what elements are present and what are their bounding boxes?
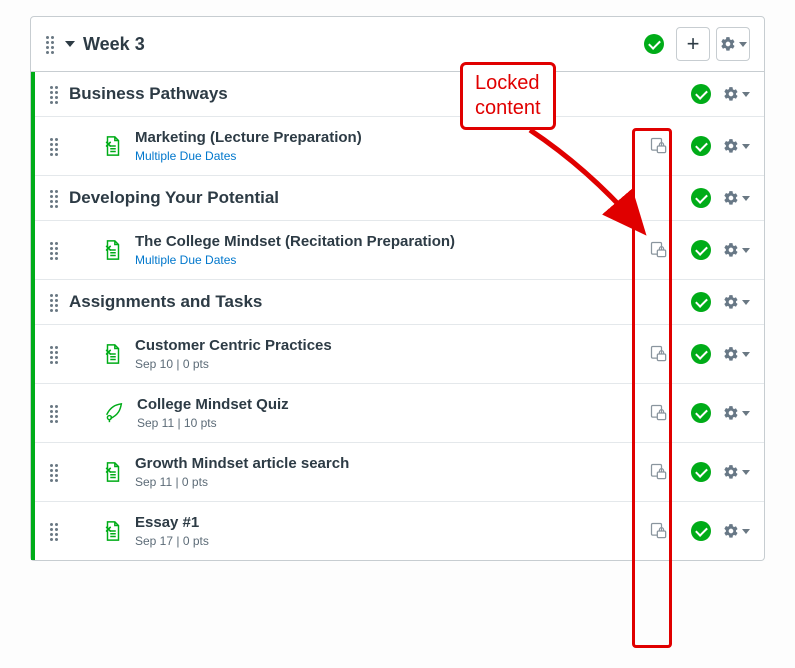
drag-handle-icon[interactable] — [49, 189, 61, 207]
item-settings-button[interactable] — [723, 346, 750, 362]
published-icon[interactable] — [691, 521, 711, 541]
item-subtitle: Sep 11 | 0 pts — [135, 475, 641, 489]
drag-handle-icon[interactable] — [49, 241, 61, 259]
page-icon — [103, 520, 123, 542]
drag-handle-icon[interactable] — [49, 85, 61, 103]
page-icon — [103, 461, 123, 483]
gear-icon — [723, 138, 739, 154]
page-icon — [103, 135, 123, 157]
item-settings-button[interactable] — [723, 138, 750, 154]
plus-icon: + — [687, 33, 700, 55]
gear-icon — [720, 36, 736, 52]
published-icon[interactable] — [691, 462, 711, 482]
drag-handle-icon[interactable] — [45, 35, 57, 53]
section-title: Assignments and Tasks — [69, 292, 683, 312]
item-settings-button[interactable] — [723, 464, 750, 480]
published-icon[interactable] — [691, 344, 711, 364]
section-title: Developing Your Potential — [69, 188, 683, 208]
item-title: College Mindset Quiz — [137, 396, 641, 413]
page-icon — [103, 343, 123, 365]
drag-handle-icon[interactable] — [49, 137, 61, 155]
item-title: Essay #1 — [135, 514, 641, 531]
item-title: Customer Centric Practices — [135, 337, 641, 354]
module-header[interactable]: Week 3 + — [31, 17, 764, 72]
item-subtitle: Sep 10 | 0 pts — [135, 357, 641, 371]
chevron-down-icon — [742, 92, 750, 97]
annotation-text: Locked — [475, 71, 541, 96]
page-icon — [103, 239, 123, 261]
annotation-text: content — [475, 96, 541, 121]
drag-handle-icon[interactable] — [49, 293, 61, 311]
item-settings-button[interactable] — [723, 294, 750, 310]
annotation-callout: Locked content — [460, 62, 556, 130]
module-settings-button[interactable] — [716, 27, 750, 61]
section-header[interactable]: Business Pathways — [35, 72, 764, 117]
annotation-highlight-box — [632, 128, 672, 648]
add-item-button[interactable]: + — [676, 27, 710, 61]
published-icon[interactable] — [691, 240, 711, 260]
published-icon[interactable] — [691, 292, 711, 312]
published-icon[interactable] — [691, 188, 711, 208]
item-title: The College Mindset (Recitation Preparat… — [135, 233, 641, 250]
drag-handle-icon[interactable] — [49, 522, 61, 540]
chevron-down-icon — [739, 42, 747, 47]
drag-handle-icon[interactable] — [49, 463, 61, 481]
published-icon[interactable] — [691, 84, 711, 104]
item-subtitle[interactable]: Multiple Due Dates — [135, 149, 641, 163]
gear-icon — [723, 86, 739, 102]
module-title: Week 3 — [83, 34, 644, 55]
item-settings-button[interactable] — [723, 190, 750, 206]
item-settings-button[interactable] — [723, 523, 750, 539]
drag-handle-icon[interactable] — [49, 404, 61, 422]
published-icon[interactable] — [644, 34, 664, 54]
item-title: Marketing (Lecture Preparation) — [135, 129, 641, 146]
item-title: Growth Mindset article search — [135, 455, 641, 472]
drag-handle-icon[interactable] — [49, 345, 61, 363]
item-subtitle: Sep 17 | 0 pts — [135, 534, 641, 548]
item-settings-button[interactable] — [723, 86, 750, 102]
item-subtitle[interactable]: Multiple Due Dates — [135, 253, 641, 267]
quiz-icon — [103, 402, 125, 424]
item-subtitle: Sep 11 | 10 pts — [137, 416, 641, 430]
item-settings-button[interactable] — [723, 242, 750, 258]
published-icon[interactable] — [691, 403, 711, 423]
collapse-caret-icon[interactable] — [65, 41, 75, 47]
section-title: Business Pathways — [69, 84, 683, 104]
item-settings-button[interactable] — [723, 405, 750, 421]
published-icon[interactable] — [691, 136, 711, 156]
